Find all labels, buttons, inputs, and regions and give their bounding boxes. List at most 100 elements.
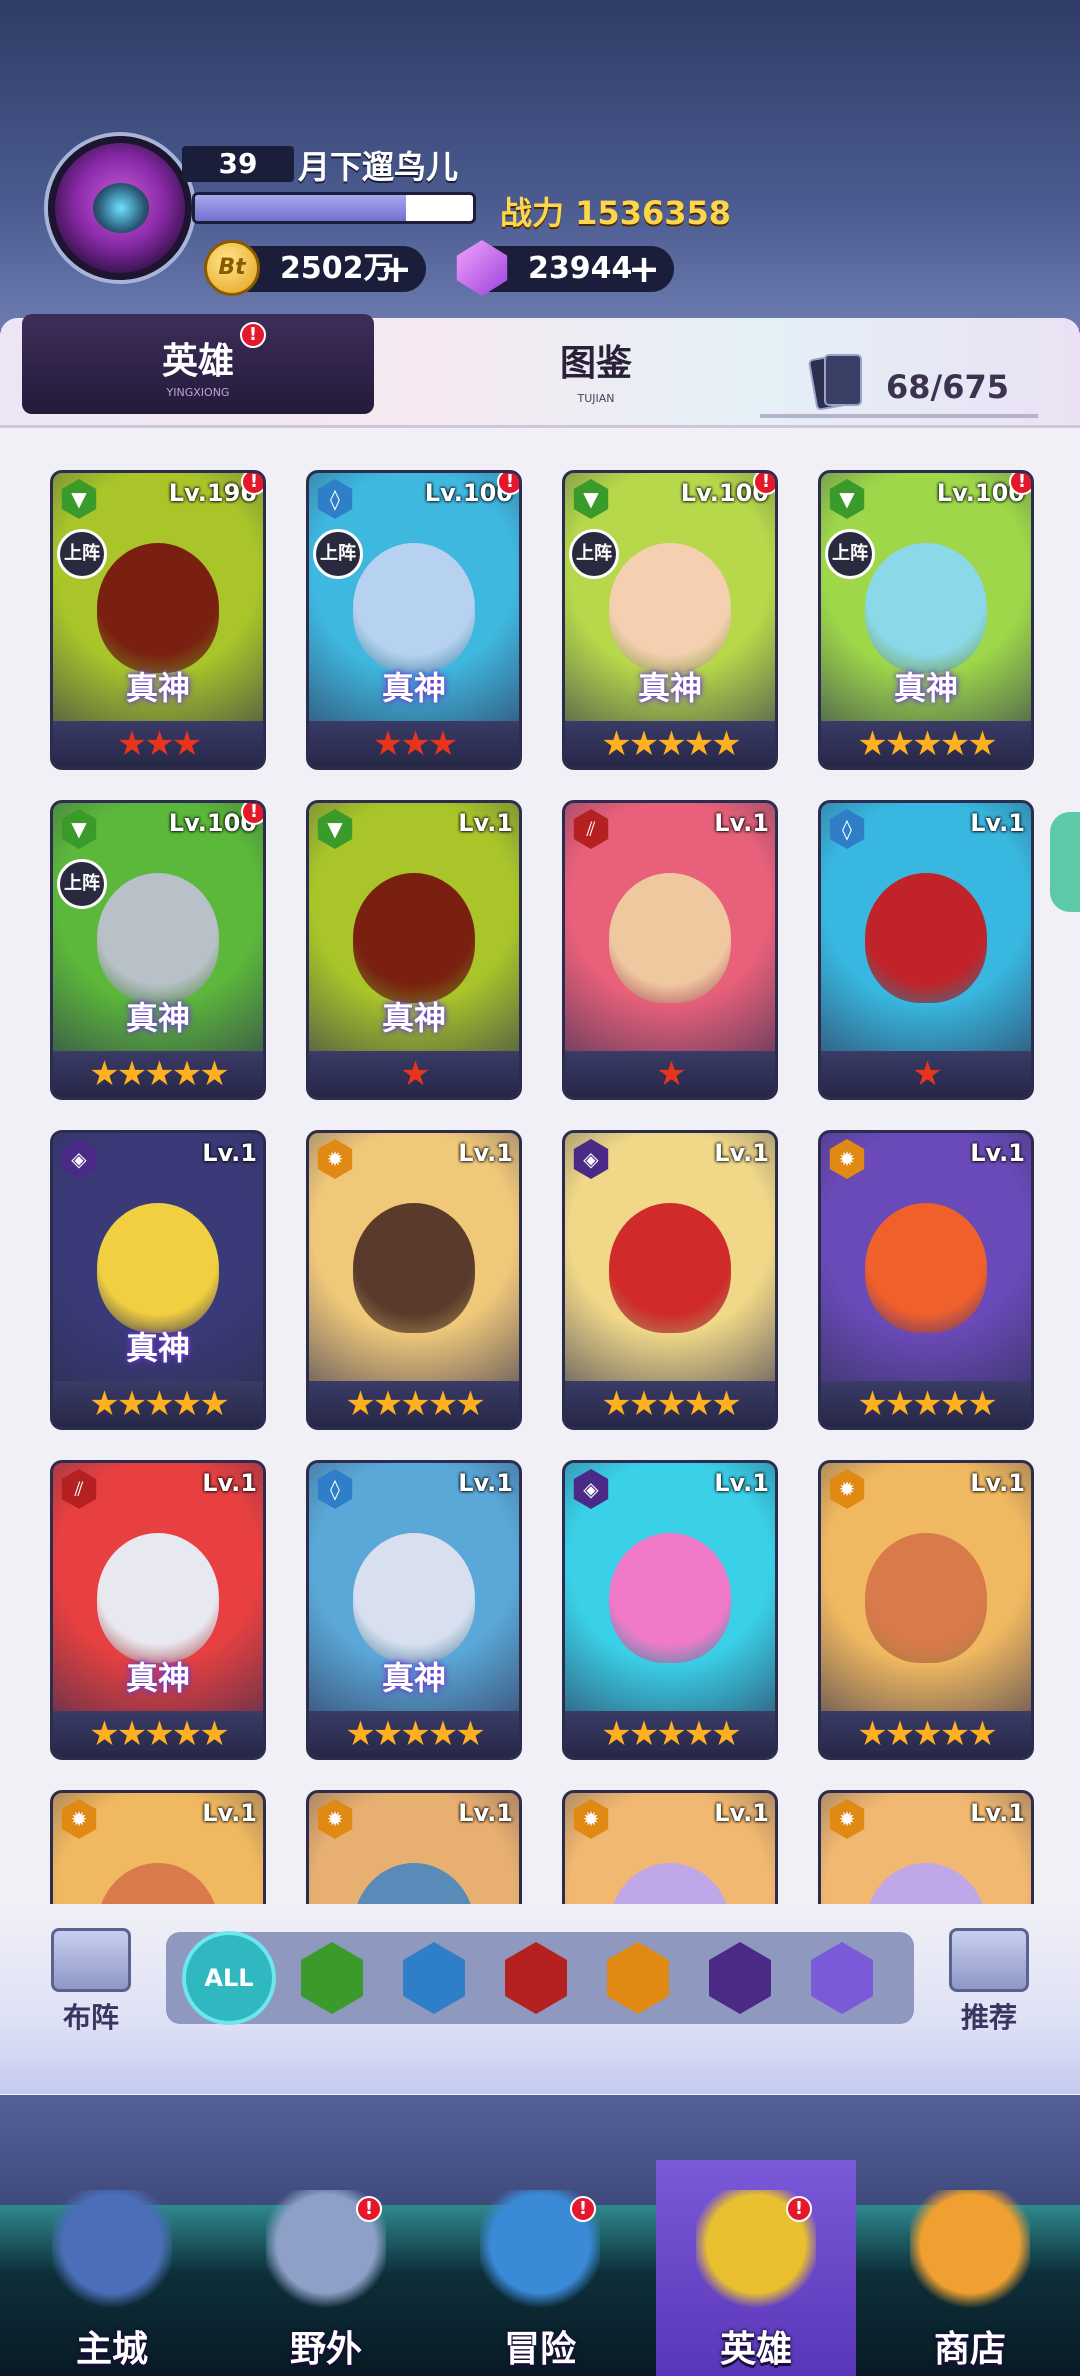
star-icon: ★ — [455, 1714, 486, 1754]
hero-card[interactable]: ◈ Lv.1 ★★★★★ — [562, 1460, 778, 1760]
star-icon: ★ — [711, 1714, 742, 1754]
star-icon: ★ — [144, 724, 175, 764]
flag-icon — [51, 1928, 131, 1992]
nav-city[interactable]: 主城 — [12, 2160, 212, 2376]
collection-count: 68/675 — [886, 368, 1010, 406]
hero-card[interactable]: ✹ Lv.1 — [50, 1790, 266, 1904]
star-icon: ★ — [345, 1384, 376, 1424]
hero-card[interactable]: ▼ Lv.1 真神 ★ — [306, 800, 522, 1100]
notification-badge: ! — [570, 2196, 596, 2222]
filter-water-button[interactable] — [403, 1942, 465, 2014]
star-rating: ★★★★★ — [565, 1381, 775, 1427]
filter-fire-button[interactable] — [505, 1942, 567, 2014]
filter-all-button[interactable]: ALL — [186, 1935, 272, 2021]
hero-figure — [609, 1533, 731, 1663]
hero-card[interactable]: ✹ Lv.1 — [306, 1790, 522, 1904]
hero-figure — [865, 1533, 987, 1663]
hero-card[interactable]: ✹ Lv.1 ★★★★★ — [818, 1130, 1034, 1430]
hero-figure — [97, 873, 219, 1003]
notification-badge: ! — [240, 322, 266, 348]
star-rating: ★★★★★ — [821, 1381, 1031, 1427]
star-icon: ★ — [400, 1714, 431, 1754]
tab-collection[interactable]: 图鉴 TUJIAN — [456, 330, 736, 420]
star-icon: ★ — [116, 1054, 148, 1094]
hero-level: Lv.1 — [458, 1799, 513, 1827]
true-god-label: 真神 — [125, 1329, 190, 1367]
star-icon: ★ — [345, 1714, 376, 1754]
star-icon: ★ — [884, 1384, 916, 1424]
hero-card[interactable]: ◊ Lv.1 真神 ★★★★★ — [306, 1460, 522, 1760]
add-gold-button[interactable]: + — [380, 246, 412, 292]
xp-bar-fill — [195, 195, 407, 221]
star-icon: ★ — [656, 1714, 687, 1754]
star-icon: ★ — [455, 1384, 486, 1424]
hero-card[interactable]: ⫽ Lv.1 真神 ★★★★★ — [50, 1460, 266, 1760]
star-rating: ★★★★★ — [821, 721, 1031, 767]
filter-spirit-button[interactable] — [811, 1942, 873, 2014]
hero-card[interactable]: ◊ Lv.1 ★ — [818, 800, 1034, 1100]
star-icon: ★ — [116, 1384, 148, 1424]
star-rating: ★ — [821, 1051, 1031, 1097]
star-rating: ★★★★★ — [309, 1381, 519, 1427]
filter-nature-button[interactable] — [301, 1942, 363, 2014]
filter-void-button[interactable] — [709, 1942, 771, 2014]
star-icon: ★ — [199, 1384, 230, 1424]
star-icon: ★ — [372, 1714, 404, 1754]
formation-button[interactable]: 布阵 — [46, 1928, 136, 2034]
star-icon: ★ — [857, 1384, 888, 1424]
hero-card[interactable]: ◊ Lv.100 上阵 真神 ★★★! — [306, 470, 522, 770]
filter-sun-button[interactable] — [607, 1942, 669, 2014]
nav-wild[interactable]: 野外! — [226, 2160, 426, 2376]
nav-adventure[interactable]: 冒险! — [440, 2160, 640, 2376]
star-icon: ★ — [89, 1054, 120, 1094]
hero-figure — [97, 1863, 219, 1904]
hero-grid: ▼ Lv.196 上阵 真神 ★★★! ◊ Lv.100 上阵 真神 ★★★! ▼ Lv.100 上阵真… — [50, 470, 1036, 1904]
hero-card[interactable]: ⫽ Lv.1 ★ — [562, 800, 778, 1100]
hero-figure — [609, 1203, 731, 1333]
recommend-button[interactable]: 推荐 — [944, 1928, 1034, 2034]
hero-figure — [865, 1863, 987, 1904]
hero-level: Lv.1 — [970, 809, 1025, 837]
hero-card[interactable]: ✹ Lv.1 ★★★★★ — [306, 1130, 522, 1430]
hero-card[interactable]: ▼ Lv.196 上阵 真神 ★★★! — [50, 470, 266, 770]
hero-figure — [609, 873, 731, 1003]
tab-heroes[interactable]: 英雄 YINGXIONG ! — [22, 314, 374, 414]
star-icon: ★ — [171, 1714, 203, 1754]
chat-side-tab[interactable] — [1050, 812, 1080, 912]
deployed-badge: 上阵 — [57, 859, 107, 909]
star-rating: ★★★★★ — [53, 1051, 263, 1097]
true-god-label: 真神 — [125, 1659, 190, 1697]
hero-card[interactable]: ▼ Lv.100 上阵 真神 ★★★★★! — [818, 470, 1034, 770]
hero-card[interactable]: ✹ Lv.1 — [562, 1790, 778, 1904]
city-icon — [52, 2190, 172, 2310]
avatar-visor — [93, 183, 149, 233]
star-icon: ★ — [144, 1384, 175, 1424]
hero-card[interactable]: ◈ Lv.1 ★★★★★ — [562, 1130, 778, 1430]
true-god-label: 真神 — [637, 669, 702, 707]
notification-badge: ! — [786, 2196, 812, 2222]
hero-card[interactable]: ▼ Lv.100 上阵 真神 ★★★★★! — [562, 470, 778, 770]
star-icon: ★ — [656, 724, 687, 764]
hero-card[interactable]: ▼ Lv.100 上阵 真神 ★★★★★! — [50, 800, 266, 1100]
star-icon: ★ — [427, 1714, 459, 1754]
tab-heroes-sub: YINGXIONG — [166, 386, 230, 399]
nav-heroes[interactable]: 英雄! — [656, 2160, 856, 2376]
star-icon: ★ — [912, 1054, 943, 1094]
true-god-label: 真神 — [381, 999, 446, 1037]
hero-figure — [97, 1533, 219, 1663]
xp-bar — [192, 192, 476, 224]
hero-card[interactable]: ✹ Lv.1 — [818, 1790, 1034, 1904]
star-icon: ★ — [939, 1384, 971, 1424]
star-icon: ★ — [144, 1054, 175, 1094]
star-icon: ★ — [939, 724, 971, 764]
notification-badge: ! — [241, 473, 263, 495]
hero-card[interactable]: ✹ Lv.1 ★★★★★ — [818, 1460, 1034, 1760]
hero-card[interactable]: ◈ Lv.1 真神 ★★★★★ — [50, 1130, 266, 1430]
player-avatar[interactable] — [48, 136, 192, 280]
true-god-label: 真神 — [381, 669, 446, 707]
add-gem-button[interactable]: + — [628, 246, 660, 292]
notification-badge: ! — [1009, 473, 1031, 495]
true-god-label: 真神 — [381, 1659, 446, 1697]
notification-badge: ! — [241, 803, 263, 825]
nav-shop[interactable]: 商店 — [870, 2160, 1070, 2376]
